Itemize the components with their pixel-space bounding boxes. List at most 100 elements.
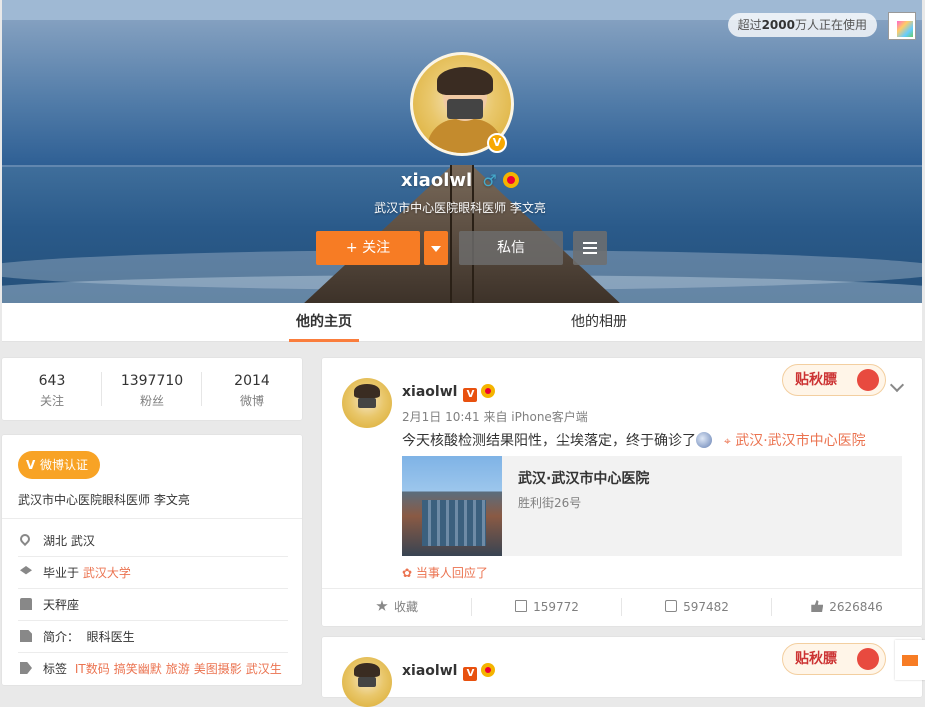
education-text: 毕业于 武汉大学	[43, 557, 131, 589]
post-author-row: xiaolwl V	[402, 663, 496, 681]
like-count: 2626846	[829, 600, 883, 614]
avatar-hair	[437, 67, 493, 95]
promo-prefix: 超过	[737, 18, 762, 32]
tag-link[interactable]: IT数码	[75, 662, 110, 676]
verified-v-icon: V	[463, 388, 478, 402]
info-tags: 标签 IT数码 搞笑幽默 旅游 美图摄影 武汉生	[18, 653, 288, 685]
info-intro: 简介： 眼科医生	[18, 621, 288, 653]
stat-label: 微博	[239, 394, 264, 408]
profile-username[interactable]: xiaolwl	[401, 170, 472, 191]
hospital-photo	[402, 456, 502, 556]
autumn-sticker-badge[interactable]: 贴秋膘	[782, 643, 886, 675]
info-birthday: 天秤座	[18, 589, 288, 621]
weibo-verify-badge[interactable]: V 微博认证	[18, 451, 101, 479]
post-author-row: xiaolwl V	[402, 384, 496, 402]
post-avatar[interactable]	[342, 378, 392, 428]
male-gender-icon: ♂	[482, 171, 497, 190]
stats-card: 643 关注 1397710 粉丝 2014 微博	[2, 358, 302, 420]
post-avatar[interactable]	[342, 657, 392, 707]
palette-swatch	[897, 21, 913, 37]
medal-icon[interactable]	[481, 663, 496, 677]
comment-button[interactable]: 597482	[622, 588, 772, 626]
location-text: 湖北 武汉	[43, 534, 95, 548]
repost-button[interactable]: 159772	[472, 588, 622, 626]
follow-dropdown-button[interactable]	[424, 231, 448, 265]
feed-post: xiaolwl V 贴秋膘	[322, 637, 922, 707]
feed-post: xiaolwl V 贴秋膘 2月1日 10:41 来自 iPhone客户端 今天核…	[322, 358, 922, 626]
avatar-camera	[358, 677, 376, 687]
menu-line	[583, 252, 597, 254]
emoji-icon	[696, 432, 712, 448]
like-button[interactable]: 2626846	[772, 588, 922, 626]
more-menu-button[interactable]	[573, 231, 607, 265]
verified-v-icon: V	[463, 667, 478, 681]
verify-badge-label: 微博认证	[40, 458, 89, 472]
intro-text: 简介： 眼科医生	[43, 621, 135, 653]
promo-suffix: 万人正在使用	[794, 18, 867, 32]
skin-palette-icon[interactable]	[888, 12, 916, 40]
location-card[interactable]: 武汉·武汉市中心医院 胜利街26号	[402, 456, 902, 556]
location-card-title: 武汉·武汉市中心医院	[518, 471, 650, 487]
tags-list: 标签 IT数码 搞笑幽默 旅游 美图摄影 武汉生	[43, 653, 286, 685]
graduation-cap-icon	[20, 566, 32, 575]
repost-count: 159772	[533, 600, 579, 614]
tag-link[interactable]: 美图摄影	[194, 662, 242, 676]
menu-line	[583, 242, 597, 244]
mail-icon[interactable]	[895, 640, 925, 680]
avatar-hair	[354, 384, 380, 398]
profile-tabbar: 他的主页 他的相册	[2, 303, 922, 342]
education-school-link[interactable]: 武汉大学	[83, 566, 131, 580]
info-education: 毕业于 武汉大学	[18, 557, 288, 589]
medal-icon[interactable]	[481, 384, 496, 398]
stat-label: 粉丝	[139, 394, 164, 408]
star-icon	[376, 600, 388, 611]
tab-home[interactable]: 他的主页	[289, 303, 359, 342]
stat-following[interactable]: 643 关注	[2, 358, 102, 420]
info-location: 湖北 武汉	[17, 525, 288, 557]
divider	[2, 518, 302, 519]
profile-username-row: xiaolwl ♂	[300, 170, 620, 191]
avatar-hair	[354, 663, 380, 677]
post-location-link[interactable]: 武汉·武汉市中心医院	[735, 433, 865, 449]
stat-followers[interactable]: 1397710 粉丝	[102, 358, 202, 420]
profile-info-card: V 微博认证 武汉市中心医院眼科医师 李文亮 湖北 武汉 毕业于 武汉大学 天秤座…	[2, 435, 302, 685]
follow-button[interactable]: + 关注	[316, 231, 420, 265]
location-card-address: 胜利街26号	[518, 496, 582, 510]
favorite-button[interactable]: 收藏	[322, 588, 472, 626]
stat-value: 2014	[234, 373, 270, 389]
post-timestamp[interactable]: 2月1日 10:41 来自 iPhone客户端	[402, 408, 588, 425]
stat-label: 关注	[39, 394, 64, 408]
comment-icon	[665, 600, 678, 612]
tag-icon	[20, 662, 32, 674]
map-pin-icon: ⌖	[724, 434, 731, 448]
birthday-text: 天秤座	[43, 598, 80, 612]
intro-label: 简介：	[43, 630, 80, 644]
verify-v-icon: V	[26, 458, 36, 472]
post-author-name[interactable]: xiaolwl	[402, 663, 457, 679]
stat-value: 643	[38, 373, 66, 389]
verified-v-icon: V	[487, 133, 507, 153]
avatar-camera	[358, 398, 376, 408]
favorite-label: 收藏	[393, 600, 418, 614]
user-count-promo[interactable]: 超过2000万人正在使用	[727, 13, 877, 37]
tab-album[interactable]: 他的相册	[564, 303, 634, 342]
medal-icon[interactable]	[503, 172, 520, 188]
stat-value: 1397710	[120, 373, 184, 389]
post-author-name[interactable]: xiaolwl	[402, 384, 457, 400]
comment-count: 597482	[683, 600, 729, 614]
chevron-down-icon[interactable]	[889, 377, 905, 393]
profile-bio: 武汉市中心医院眼科医师 李文亮	[374, 201, 546, 215]
birthday-cake-icon	[20, 598, 32, 610]
location-pin-icon	[17, 531, 33, 547]
promo-number: 2000	[761, 18, 795, 32]
tag-link[interactable]: 旅游	[166, 662, 190, 676]
avatar-camera	[447, 99, 483, 119]
intro-note-icon	[20, 630, 32, 642]
autumn-sticker-badge[interactable]: 贴秋膘	[782, 364, 886, 396]
message-button[interactable]: 私信	[459, 231, 563, 265]
stat-posts[interactable]: 2014 微博	[202, 358, 302, 420]
tags-label: 标签	[43, 662, 68, 676]
reply-note-link[interactable]: ✿ 当事人回应了	[402, 564, 488, 581]
tag-link[interactable]: 武汉生	[246, 662, 282, 676]
tag-link[interactable]: 搞笑幽默	[114, 662, 162, 676]
